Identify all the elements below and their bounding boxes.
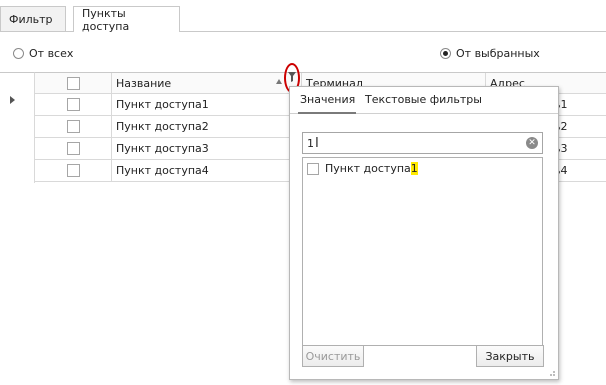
tab-access-points-label: Пункты доступа bbox=[82, 6, 130, 33]
column-header-name[interactable]: Название bbox=[111, 73, 301, 93]
resize-grip-icon[interactable] bbox=[546, 367, 556, 377]
tab-access-points[interactable]: Пункты доступа bbox=[73, 6, 180, 33]
popup-tab-text-filters[interactable]: Текстовые фильтры bbox=[365, 93, 482, 106]
popup-tab-text-filters-label: Текстовые фильтры bbox=[365, 93, 482, 106]
header-select-cell[interactable] bbox=[35, 73, 111, 93]
list-item-label: Пункт доступа1 bbox=[325, 162, 418, 175]
popup-tab-values-label: Значения bbox=[300, 93, 356, 106]
row-name: Пункт доступа2 bbox=[116, 120, 209, 133]
column-header-name-label: Название bbox=[116, 76, 172, 90]
row-name: Пункт доступа1 bbox=[116, 98, 209, 111]
popup-active-tab-underline bbox=[298, 112, 356, 114]
radio-from-selected-label: От выбранных bbox=[456, 47, 540, 60]
row-checkbox[interactable] bbox=[66, 164, 80, 177]
row-name: Пункт доступа4 bbox=[116, 164, 209, 177]
radio-from-all-circle[interactable] bbox=[13, 48, 24, 59]
row-name: Пункт доступа3 bbox=[116, 142, 209, 155]
row-name-cell[interactable]: Пункт доступа3 bbox=[111, 138, 301, 159]
popup-search-input[interactable]: 1 I ✕ bbox=[302, 132, 543, 154]
radio-from-all[interactable]: От всех bbox=[13, 47, 73, 60]
column-filter-funnel-icon[interactable] bbox=[288, 72, 296, 82]
row-checkbox[interactable] bbox=[66, 98, 80, 111]
list-item[interactable]: Пункт доступа1 bbox=[307, 162, 418, 175]
select-all-checkbox[interactable] bbox=[66, 76, 80, 90]
radio-from-selected-circle[interactable] bbox=[440, 48, 451, 59]
popup-search-value: 1 bbox=[307, 136, 314, 150]
row-name-cell[interactable]: Пункт доступа2 bbox=[111, 116, 301, 137]
list-item-checkbox[interactable] bbox=[307, 162, 319, 175]
list-item-label-match: 1 bbox=[410, 162, 418, 175]
clear-button[interactable]: Очистить bbox=[302, 345, 364, 367]
close-button-label: Закрыть bbox=[485, 349, 535, 363]
column-filter-popup: Значения Текстовые фильтры 1 I ✕ Пункт д… bbox=[289, 86, 559, 380]
clear-search-icon[interactable]: ✕ bbox=[526, 137, 538, 149]
row-name-cell[interactable]: Пункт доступа4 bbox=[111, 160, 301, 181]
tab-filter[interactable]: Фильтр bbox=[0, 6, 66, 31]
row-checkbox[interactable] bbox=[66, 120, 80, 133]
popup-values-list[interactable]: Пункт доступа1 bbox=[302, 157, 543, 346]
text-cursor-icon: I bbox=[315, 135, 319, 151]
popup-tab-values[interactable]: Значения bbox=[300, 93, 355, 106]
close-button[interactable]: Закрыть bbox=[476, 345, 544, 367]
current-row-arrow-icon bbox=[10, 96, 15, 104]
list-item-label-prefix: Пункт доступа bbox=[325, 162, 411, 175]
row-checkbox[interactable] bbox=[66, 142, 80, 155]
row-name-cell[interactable]: Пункт доступа1 bbox=[111, 94, 301, 115]
sort-ascending-icon[interactable] bbox=[276, 79, 282, 84]
row-indicator-column bbox=[0, 72, 35, 183]
clear-button-label: Очистить bbox=[305, 349, 361, 363]
radio-from-all-label: От всех bbox=[29, 47, 74, 60]
tab-filter-label: Фильтр bbox=[9, 12, 53, 26]
radio-from-selected[interactable]: От выбранных bbox=[440, 47, 540, 60]
